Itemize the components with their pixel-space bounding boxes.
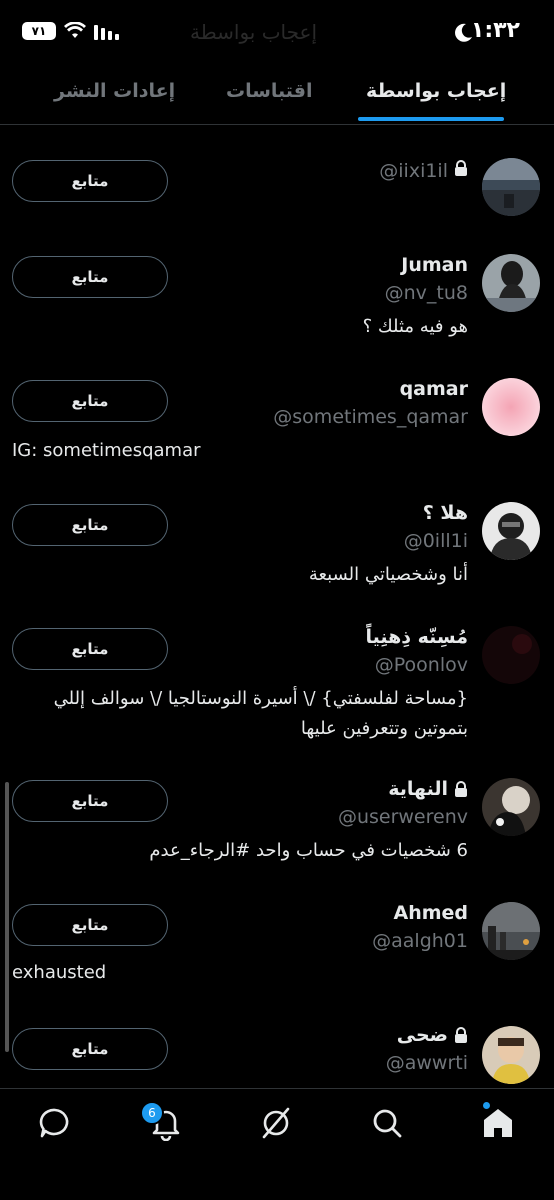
- user-name-text: ضحى: [396, 1024, 448, 1046]
- wifi-icon: [64, 22, 86, 38]
- lock-icon: [455, 160, 467, 176]
- follow-button[interactable]: متابع: [12, 160, 168, 202]
- user-name: هلا ؟: [422, 502, 468, 524]
- user-handle: @0ill1i: [403, 530, 468, 552]
- notifications-badge: 6: [140, 1101, 164, 1125]
- user-bio: {مساحة لفلسفتي} /\ أسيرة النوستالجيا /\ …: [53, 688, 468, 739]
- follow-button[interactable]: متابع: [12, 904, 168, 946]
- follow-button[interactable]: متابع: [12, 504, 168, 546]
- battery-icon: ٧١: [22, 22, 56, 40]
- follow-button[interactable]: متابع: [12, 380, 168, 422]
- user-handle: @sometimes_qamar: [273, 406, 468, 428]
- avatar[interactable]: [482, 502, 540, 560]
- lock-icon: [455, 1027, 467, 1043]
- tab-quotes[interactable]: اقتباسات: [226, 80, 313, 102]
- lock-icon: [455, 781, 467, 797]
- user-name: مُسِنّه ذِهنِياً: [365, 626, 468, 648]
- bottom-nav: 6: [0, 1088, 554, 1200]
- avatar[interactable]: [482, 378, 540, 436]
- user-handle: @iixi1il: [379, 160, 448, 182]
- follow-button[interactable]: متابع: [12, 628, 168, 670]
- status-icons: ٧١: [22, 22, 120, 40]
- avatar[interactable]: [482, 626, 540, 684]
- tab-reposts[interactable]: إعادات النشر: [54, 80, 175, 102]
- avatar[interactable]: [482, 254, 540, 312]
- tab-liked-by[interactable]: إعجاب بواسطة: [366, 80, 506, 102]
- moon-icon: [455, 23, 472, 42]
- user-handle: @aalgh01: [372, 930, 468, 952]
- user-bio: IG: sometimesqamar: [12, 440, 201, 461]
- user-bio: هو فيه مثلك ؟: [362, 316, 468, 337]
- grok-icon[interactable]: [258, 1105, 294, 1141]
- messages-icon[interactable]: [37, 1105, 73, 1141]
- home-unread-dot: [483, 1102, 490, 1109]
- user-name: Ahmed: [393, 902, 468, 924]
- follow-button[interactable]: متابع: [12, 1028, 168, 1070]
- user-name: Juman: [401, 254, 468, 276]
- user-handle: @awwrti: [385, 1052, 468, 1074]
- user-name: ضحى: [397, 1024, 468, 1046]
- avatar[interactable]: [482, 1026, 540, 1084]
- scrollbar[interactable]: [5, 782, 9, 1052]
- user-name: [454, 160, 468, 176]
- user-handle: @nv_tu8: [384, 282, 468, 304]
- active-tab-indicator: [358, 117, 504, 121]
- tab-bar: إعجاب بواسطة اقتباسات إعادات النشر: [0, 62, 554, 125]
- user-name-text: النهاية: [388, 778, 448, 800]
- search-icon[interactable]: [369, 1105, 405, 1141]
- status-bar: ٧١ إعجاب بواسطة ١:٣٢: [0, 0, 554, 62]
- avatar[interactable]: [482, 902, 540, 960]
- avatar[interactable]: [482, 158, 540, 216]
- status-time: ١:٣٢: [470, 18, 520, 43]
- user-name: النهاية: [388, 778, 468, 800]
- user-bio: أنا وشخصياتي السبعة: [308, 564, 468, 585]
- user-handle: @userwerenv: [337, 806, 468, 828]
- home-icon[interactable]: [480, 1105, 516, 1141]
- signal-icon: [94, 25, 119, 40]
- avatar[interactable]: [482, 778, 540, 836]
- follow-button[interactable]: متابع: [12, 256, 168, 298]
- user-name: qamar: [399, 378, 468, 400]
- faded-header-title: إعجاب بواسطة: [190, 20, 318, 44]
- follow-button[interactable]: متابع: [12, 780, 168, 822]
- user-bio: 6 شخصيات في حساب واحد #الرجاء_عدم: [149, 840, 468, 861]
- user-bio: exhausted: [12, 962, 107, 983]
- user-handle: @Poonlov: [374, 654, 468, 676]
